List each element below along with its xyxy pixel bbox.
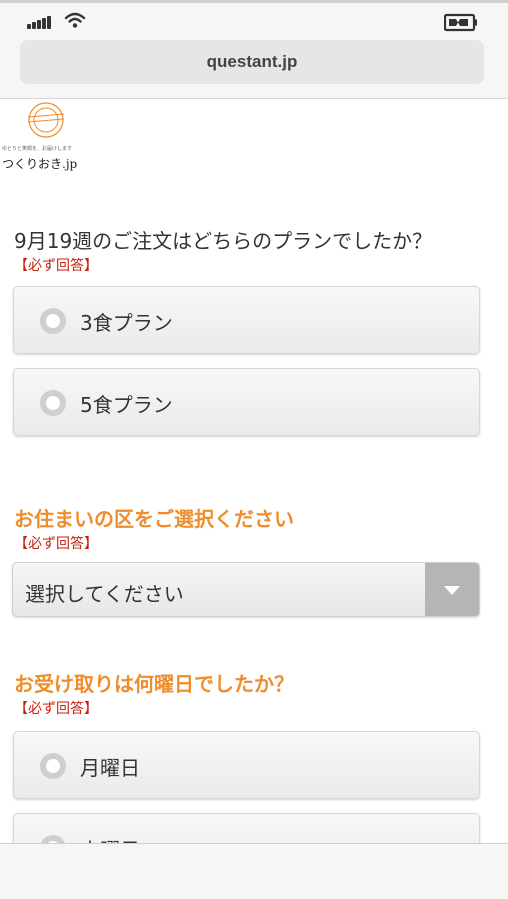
question-2-title: お住まいの区をご選択ください	[14, 507, 294, 531]
battery-icon	[444, 13, 477, 32]
radio-icon[interactable]	[40, 390, 66, 416]
brand-logo: ゆとりと笑顔を、お届けします つくりおき.jp	[2, 101, 88, 173]
wifi-icon	[64, 12, 86, 28]
option-label: 火曜日	[80, 834, 140, 843]
option-label: 月曜日	[80, 756, 140, 780]
option-5-meal-plan[interactable]: 5食プラン	[13, 368, 480, 436]
plate-chopsticks-icon	[27, 102, 65, 138]
question-2-required: 【必ず回答】	[14, 536, 98, 552]
logo-name: つくりおき.jp	[2, 157, 78, 171]
survey-page: ゆとりと笑顔を、お届けします つくりおき.jp 9月19週のご注文はどちらのプラ…	[0, 99, 508, 843]
option-label: 5食プラン	[80, 393, 173, 417]
dropdown-arrow-icon[interactable]	[425, 563, 479, 616]
logo-tagline: ゆとりと笑顔を、お届けします	[2, 146, 73, 152]
option-label: 3食プラン	[80, 311, 173, 335]
option-3-meal-plan[interactable]: 3食プラン	[13, 286, 480, 354]
radio-icon[interactable]	[40, 835, 66, 843]
ward-select-value: 選択してください	[25, 582, 184, 606]
ward-select[interactable]: 選択してください	[12, 562, 480, 617]
option-monday[interactable]: 月曜日	[13, 731, 480, 799]
question-1-required: 【必ず回答】	[14, 258, 98, 274]
browser-header: questant.jp	[0, 37, 508, 99]
question-1-title: 9月19週のご注文はどちらのプランでしたか？	[14, 229, 433, 253]
signal-icon	[27, 15, 53, 29]
question-3-required: 【必ず回答】	[14, 701, 98, 717]
status-bar	[0, 3, 508, 37]
question-3-title: お受け取りは何曜日でしたか？	[14, 672, 294, 696]
option-tuesday[interactable]: 火曜日	[13, 813, 480, 843]
radio-icon[interactable]	[40, 308, 66, 334]
url-bar[interactable]: questant.jp	[20, 40, 484, 84]
browser-toolbar	[0, 843, 508, 899]
radio-icon[interactable]	[40, 753, 66, 779]
